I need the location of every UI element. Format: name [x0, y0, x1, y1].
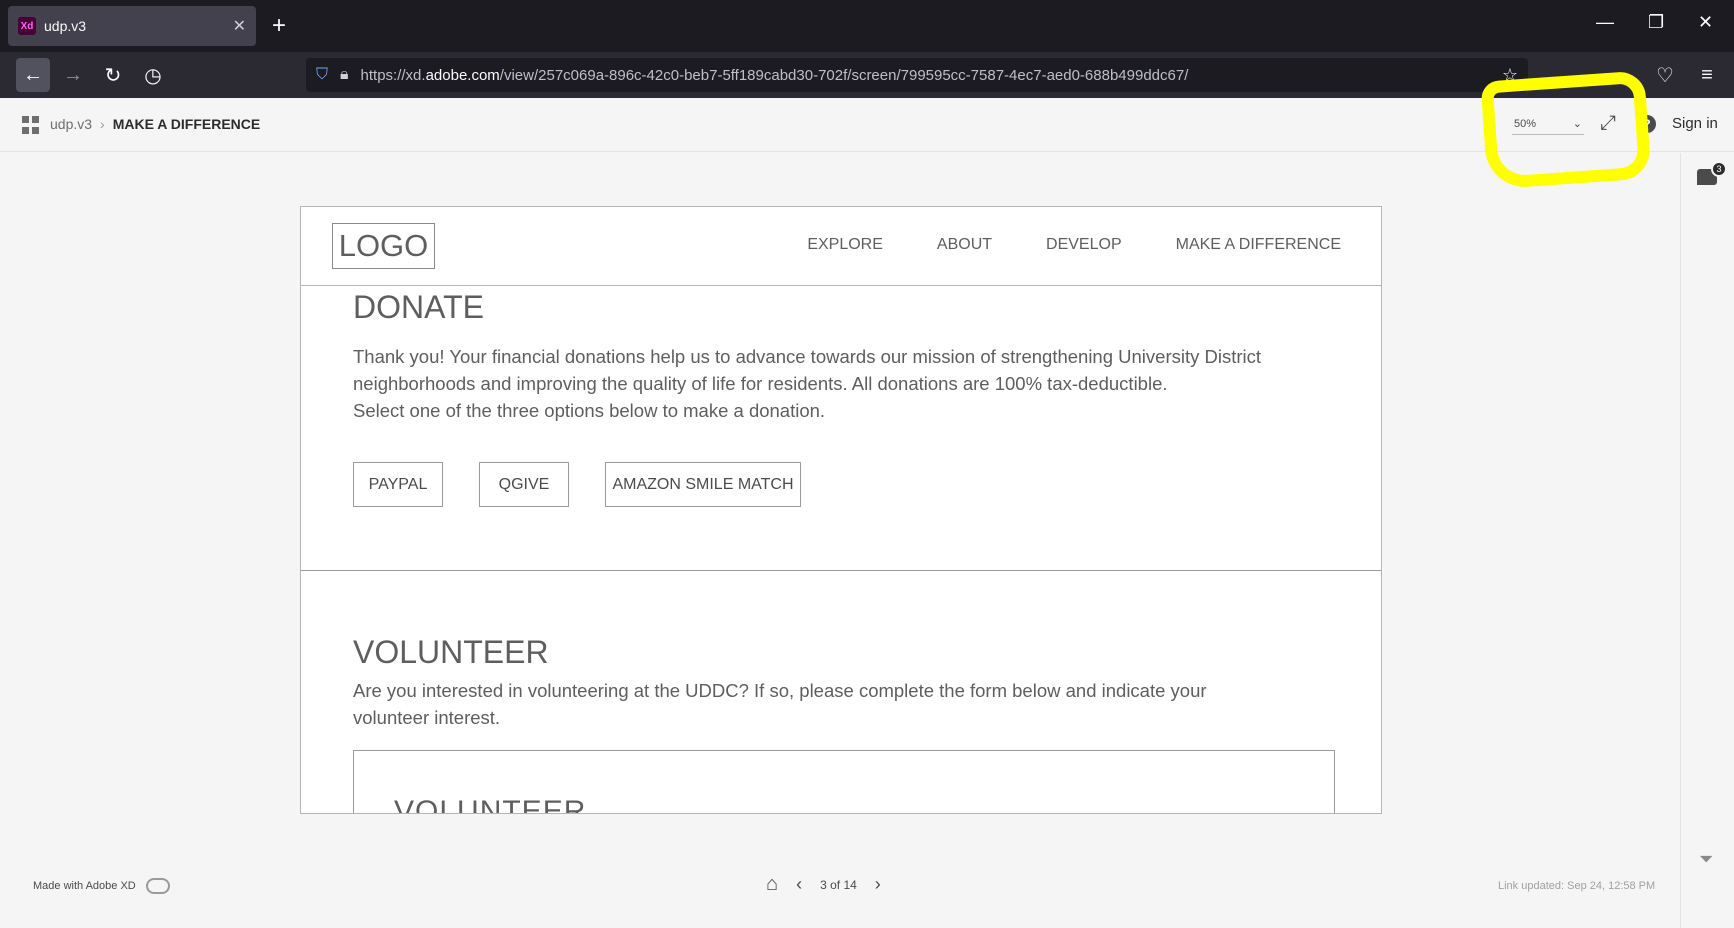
donate-text: Thank you! Your financial donations help…: [353, 343, 1333, 424]
sign-in-link[interactable]: Sign in: [1672, 115, 1718, 132]
volunteer-text: Are you interested in volunteering at th…: [353, 677, 1333, 731]
breadcrumb-current: MAKE A DIFFERENCE: [112, 116, 261, 132]
donate-line-3: Select one of the three options below to…: [353, 400, 826, 421]
donate-line-1: Thank you! Your financial donations help…: [353, 346, 1262, 367]
volunteer-heading: VOLUNTEER: [353, 634, 549, 670]
window-close-icon[interactable]: ✕: [1698, 12, 1713, 33]
zoom-select[interactable]: 50% ⌄: [1512, 113, 1584, 135]
volunteer-form-box: VOLUNTEER: [353, 750, 1335, 814]
site-logo[interactable]: LOGO: [332, 223, 435, 269]
artboard: LOGO EXPLORE ABOUT DEVELOP MAKE A DIFFER…: [300, 206, 1382, 814]
next-screen-icon[interactable]: ›: [875, 874, 881, 895]
minimize-icon[interactable]: —: [1596, 12, 1614, 33]
zoom-value: 50%: [1514, 117, 1537, 130]
chevron-right-icon: ›: [100, 116, 105, 132]
nav-develop[interactable]: DEVELOP: [1046, 236, 1122, 254]
breadcrumb: udp.v3 › MAKE A DIFFERENCE: [50, 116, 260, 132]
breadcrumb-project[interactable]: udp.v3: [50, 116, 92, 132]
xd-header: udp.v3 › MAKE A DIFFERENCE 50% ⌄ ⤢ ? Sig…: [0, 70, 1734, 190]
history-clock-icon[interactable]: ◷: [136, 58, 170, 92]
qgive-button[interactable]: QGIVE: [479, 462, 569, 507]
xd-viewer: udp.v3 › MAKE A DIFFERENCE 50% ⌄ ⤢ ? Sig…: [0, 70, 1734, 928]
right-rail: 3 ⏷: [1680, 153, 1734, 928]
volunteer-form-title: VOLUNTEER: [394, 795, 587, 814]
url-domain: adobe.com: [425, 66, 500, 84]
link-updated-text: Link updated: Sep 24, 12:58 PM: [1498, 880, 1656, 892]
donate-heading: DONATE: [353, 289, 484, 325]
screen-pager: ⌂ ‹ 3 of 14 ›: [766, 873, 881, 896]
help-icon[interactable]: ?: [1638, 115, 1656, 133]
page-indicator: 3 of 14: [820, 877, 857, 892]
menu-hamburger-icon[interactable]: ≡: [1690, 58, 1724, 92]
lock-icon[interactable]: 🔒︎: [340, 66, 349, 84]
grid-view-icon[interactable]: [22, 116, 40, 134]
new-tab-plus-icon[interactable]: +: [272, 12, 286, 40]
comment-count-badge: 3: [1711, 161, 1727, 177]
filter-icon[interactable]: ⏷: [1699, 849, 1713, 870]
adobe-xd-favicon-icon: Xd: [18, 17, 36, 35]
forward-arrow-icon[interactable]: →: [56, 58, 90, 92]
fullscreen-expand-icon[interactable]: ⤢: [1600, 112, 1616, 135]
pocket-icon[interactable]: ♡: [1648, 58, 1682, 92]
url-path: /view/257c069a-896c-42c0-beb7-5ff189cabd…: [499, 66, 1189, 84]
chevron-down-icon: ⌄: [1572, 118, 1582, 130]
made-with-adobe-xd: Made with Adobe XD: [33, 878, 170, 894]
made-with-label: Made with Adobe XD: [33, 880, 136, 892]
volunteer-line-2: volunteer interest.: [353, 707, 501, 728]
reload-icon[interactable]: ↻: [96, 58, 130, 92]
nav-about[interactable]: ABOUT: [937, 236, 992, 254]
address-bar[interactable]: ⛉ 🔒︎ https://xd.adobe.com/view/257c069a-…: [306, 58, 1528, 92]
nav-explore[interactable]: EXPLORE: [807, 236, 883, 254]
creative-cloud-icon: [145, 878, 170, 894]
bookmark-star-icon[interactable]: ☆: [1502, 65, 1518, 86]
section-divider: [301, 570, 1381, 571]
browser-tab[interactable]: Xd udp.v3 ✕: [8, 6, 256, 46]
paypal-button[interactable]: PAYPAL: [353, 462, 443, 507]
volunteer-line-1: Are you interested in volunteering at th…: [353, 680, 1207, 701]
tab-close-icon[interactable]: ✕: [233, 16, 246, 36]
donate-line-2: neighborhoods and improving the quality …: [353, 373, 1168, 394]
site-nav-links: EXPLORE ABOUT DEVELOP MAKE A DIFFERENCE: [807, 236, 1341, 254]
nav-make-a-difference[interactable]: MAKE A DIFFERENCE: [1176, 236, 1341, 254]
amazon-smile-match-button[interactable]: AMAZON SMILE MATCH: [605, 462, 801, 507]
tab-title: udp.v3: [44, 18, 87, 34]
restore-icon[interactable]: ❐: [1648, 12, 1664, 33]
back-arrow-icon[interactable]: ←: [16, 58, 50, 92]
previous-screen-icon[interactable]: ‹: [796, 874, 802, 895]
tracking-shield-icon[interactable]: ⛉: [316, 66, 328, 84]
site-nav: LOGO EXPLORE ABOUT DEVELOP MAKE A DIFFER…: [301, 207, 1381, 286]
url-prefix: https://xd.: [360, 66, 426, 84]
browser-nav-bar: ← → ↻ ◷ ⛉ 🔒︎ https://xd.adobe.com/view/2…: [0, 52, 1734, 98]
home-icon[interactable]: ⌂: [766, 873, 778, 896]
url-text[interactable]: https://xd.adobe.com/view/257c069a-896c-…: [361, 67, 1502, 84]
browser-tab-bar: Xd udp.v3 ✕ + — ❐ ✕: [0, 0, 1734, 52]
